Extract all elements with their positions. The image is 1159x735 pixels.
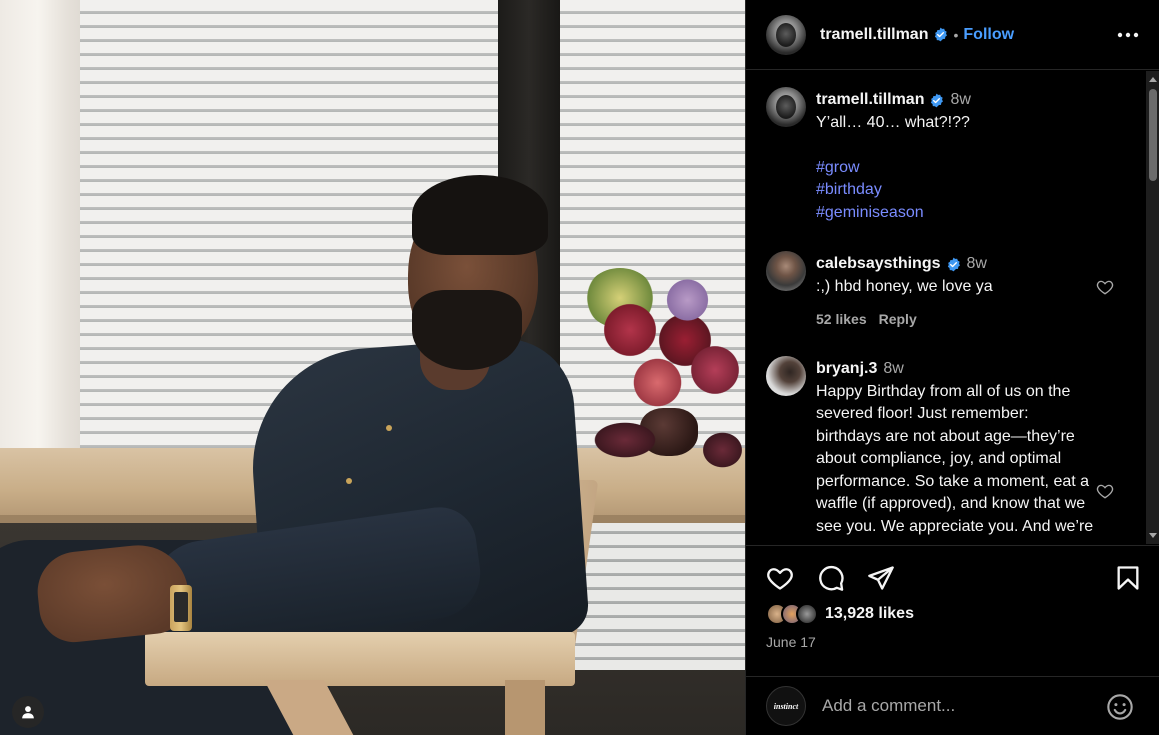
comments-list[interactable]: tramell.tillman 8w Y’all… 40… what?!?? #… — [746, 71, 1146, 544]
verified-badge-icon — [931, 93, 944, 108]
post-image[interactable] — [0, 0, 745, 735]
likes-count[interactable]: 13,928 likes — [825, 605, 914, 623]
hashtag-link[interactable]: #birthday — [816, 179, 1096, 202]
post-header: tramell.tillman • Follow — [746, 0, 1159, 70]
flower — [665, 275, 710, 325]
current-user-avatar[interactable]: instinct — [766, 686, 806, 726]
scroll-up-arrow-icon[interactable] — [1149, 77, 1157, 82]
wristwatch-face — [174, 592, 188, 622]
comments-scrollbar[interactable] — [1146, 71, 1159, 544]
author-avatar[interactable] — [766, 14, 806, 55]
post-date[interactable]: June 17 — [766, 634, 816, 650]
author-username[interactable]: tramell.tillman — [820, 26, 928, 44]
verified-badge-icon — [935, 27, 948, 42]
comment-icon[interactable] — [817, 564, 845, 592]
flower — [700, 430, 745, 470]
commenter-username[interactable]: bryanj.3 — [816, 358, 877, 381]
post-actions: 13,928 likes June 17 — [746, 545, 1159, 675]
hashtag-link[interactable]: #grow — [816, 157, 1096, 180]
comment-composer: instinct — [746, 676, 1159, 735]
separator-dot: • — [953, 26, 959, 43]
likes-summary[interactable]: 13,928 likes — [766, 603, 914, 625]
person-hand — [33, 540, 193, 646]
jacket-button — [386, 425, 392, 431]
flower — [690, 340, 740, 400]
more-options-icon — [1117, 32, 1139, 38]
comment-body: bryanj.3 8w Happy Birthday from all of u… — [816, 358, 1096, 538]
liker-avatar — [796, 603, 818, 625]
commenter-avatar[interactable] — [766, 251, 806, 291]
comment-input[interactable] — [822, 696, 1092, 716]
flower — [590, 420, 660, 460]
comment-text: Happy Birthday from all of us on the sev… — [816, 382, 1094, 535]
caption-body: tramell.tillman 8w Y’all… 40… what?!?? #… — [816, 89, 1096, 224]
reply-button[interactable]: Reply — [879, 311, 917, 327]
emoji-icon[interactable] — [1106, 693, 1134, 721]
comment-time[interactable]: 8w — [883, 358, 903, 381]
chair-seat — [145, 632, 575, 686]
flower — [630, 355, 685, 410]
scrollbar-thumb[interactable] — [1149, 89, 1157, 181]
comment-like-icon[interactable] — [1096, 278, 1114, 296]
comment-text: :,) hbd honey, we love ya — [816, 277, 993, 295]
chair-leg — [505, 680, 545, 735]
tagged-user-button[interactable] — [12, 696, 44, 728]
comment-time[interactable]: 8w — [967, 253, 987, 276]
comment-like-icon[interactable] — [1096, 482, 1114, 500]
commenter-username[interactable]: calebsaysthings — [816, 253, 941, 276]
person-hair — [412, 175, 548, 255]
comment-likes[interactable]: 52 likes — [816, 311, 867, 327]
comment-meta: 52 likes Reply — [816, 308, 1096, 331]
share-icon[interactable] — [867, 564, 895, 592]
jacket-button — [346, 478, 352, 484]
comment-body: calebsaysthings 8w :,) hbd honey, we lov… — [816, 253, 1096, 331]
verified-badge-icon — [947, 257, 960, 272]
commenter-avatar[interactable] — [766, 356, 806, 396]
caption-text: Y’all… 40… what?!?? — [816, 113, 970, 131]
caption-time[interactable]: 8w — [950, 89, 970, 112]
caption-author[interactable]: tramell.tillman — [816, 89, 924, 112]
person-beard — [412, 290, 522, 370]
bookmark-icon[interactable] — [1114, 564, 1142, 592]
more-options-button[interactable] — [1116, 23, 1140, 47]
scroll-down-arrow-icon[interactable] — [1149, 533, 1157, 538]
hashtag-link[interactable]: #geminiseason — [816, 202, 1096, 225]
user-icon — [22, 706, 34, 719]
caption-author-avatar[interactable] — [766, 87, 806, 127]
flower — [600, 300, 660, 360]
post-side-panel: tramell.tillman • Follow tramell.tillman — [745, 0, 1159, 735]
follow-button[interactable]: Follow — [963, 26, 1014, 44]
heart-icon[interactable] — [766, 564, 794, 592]
